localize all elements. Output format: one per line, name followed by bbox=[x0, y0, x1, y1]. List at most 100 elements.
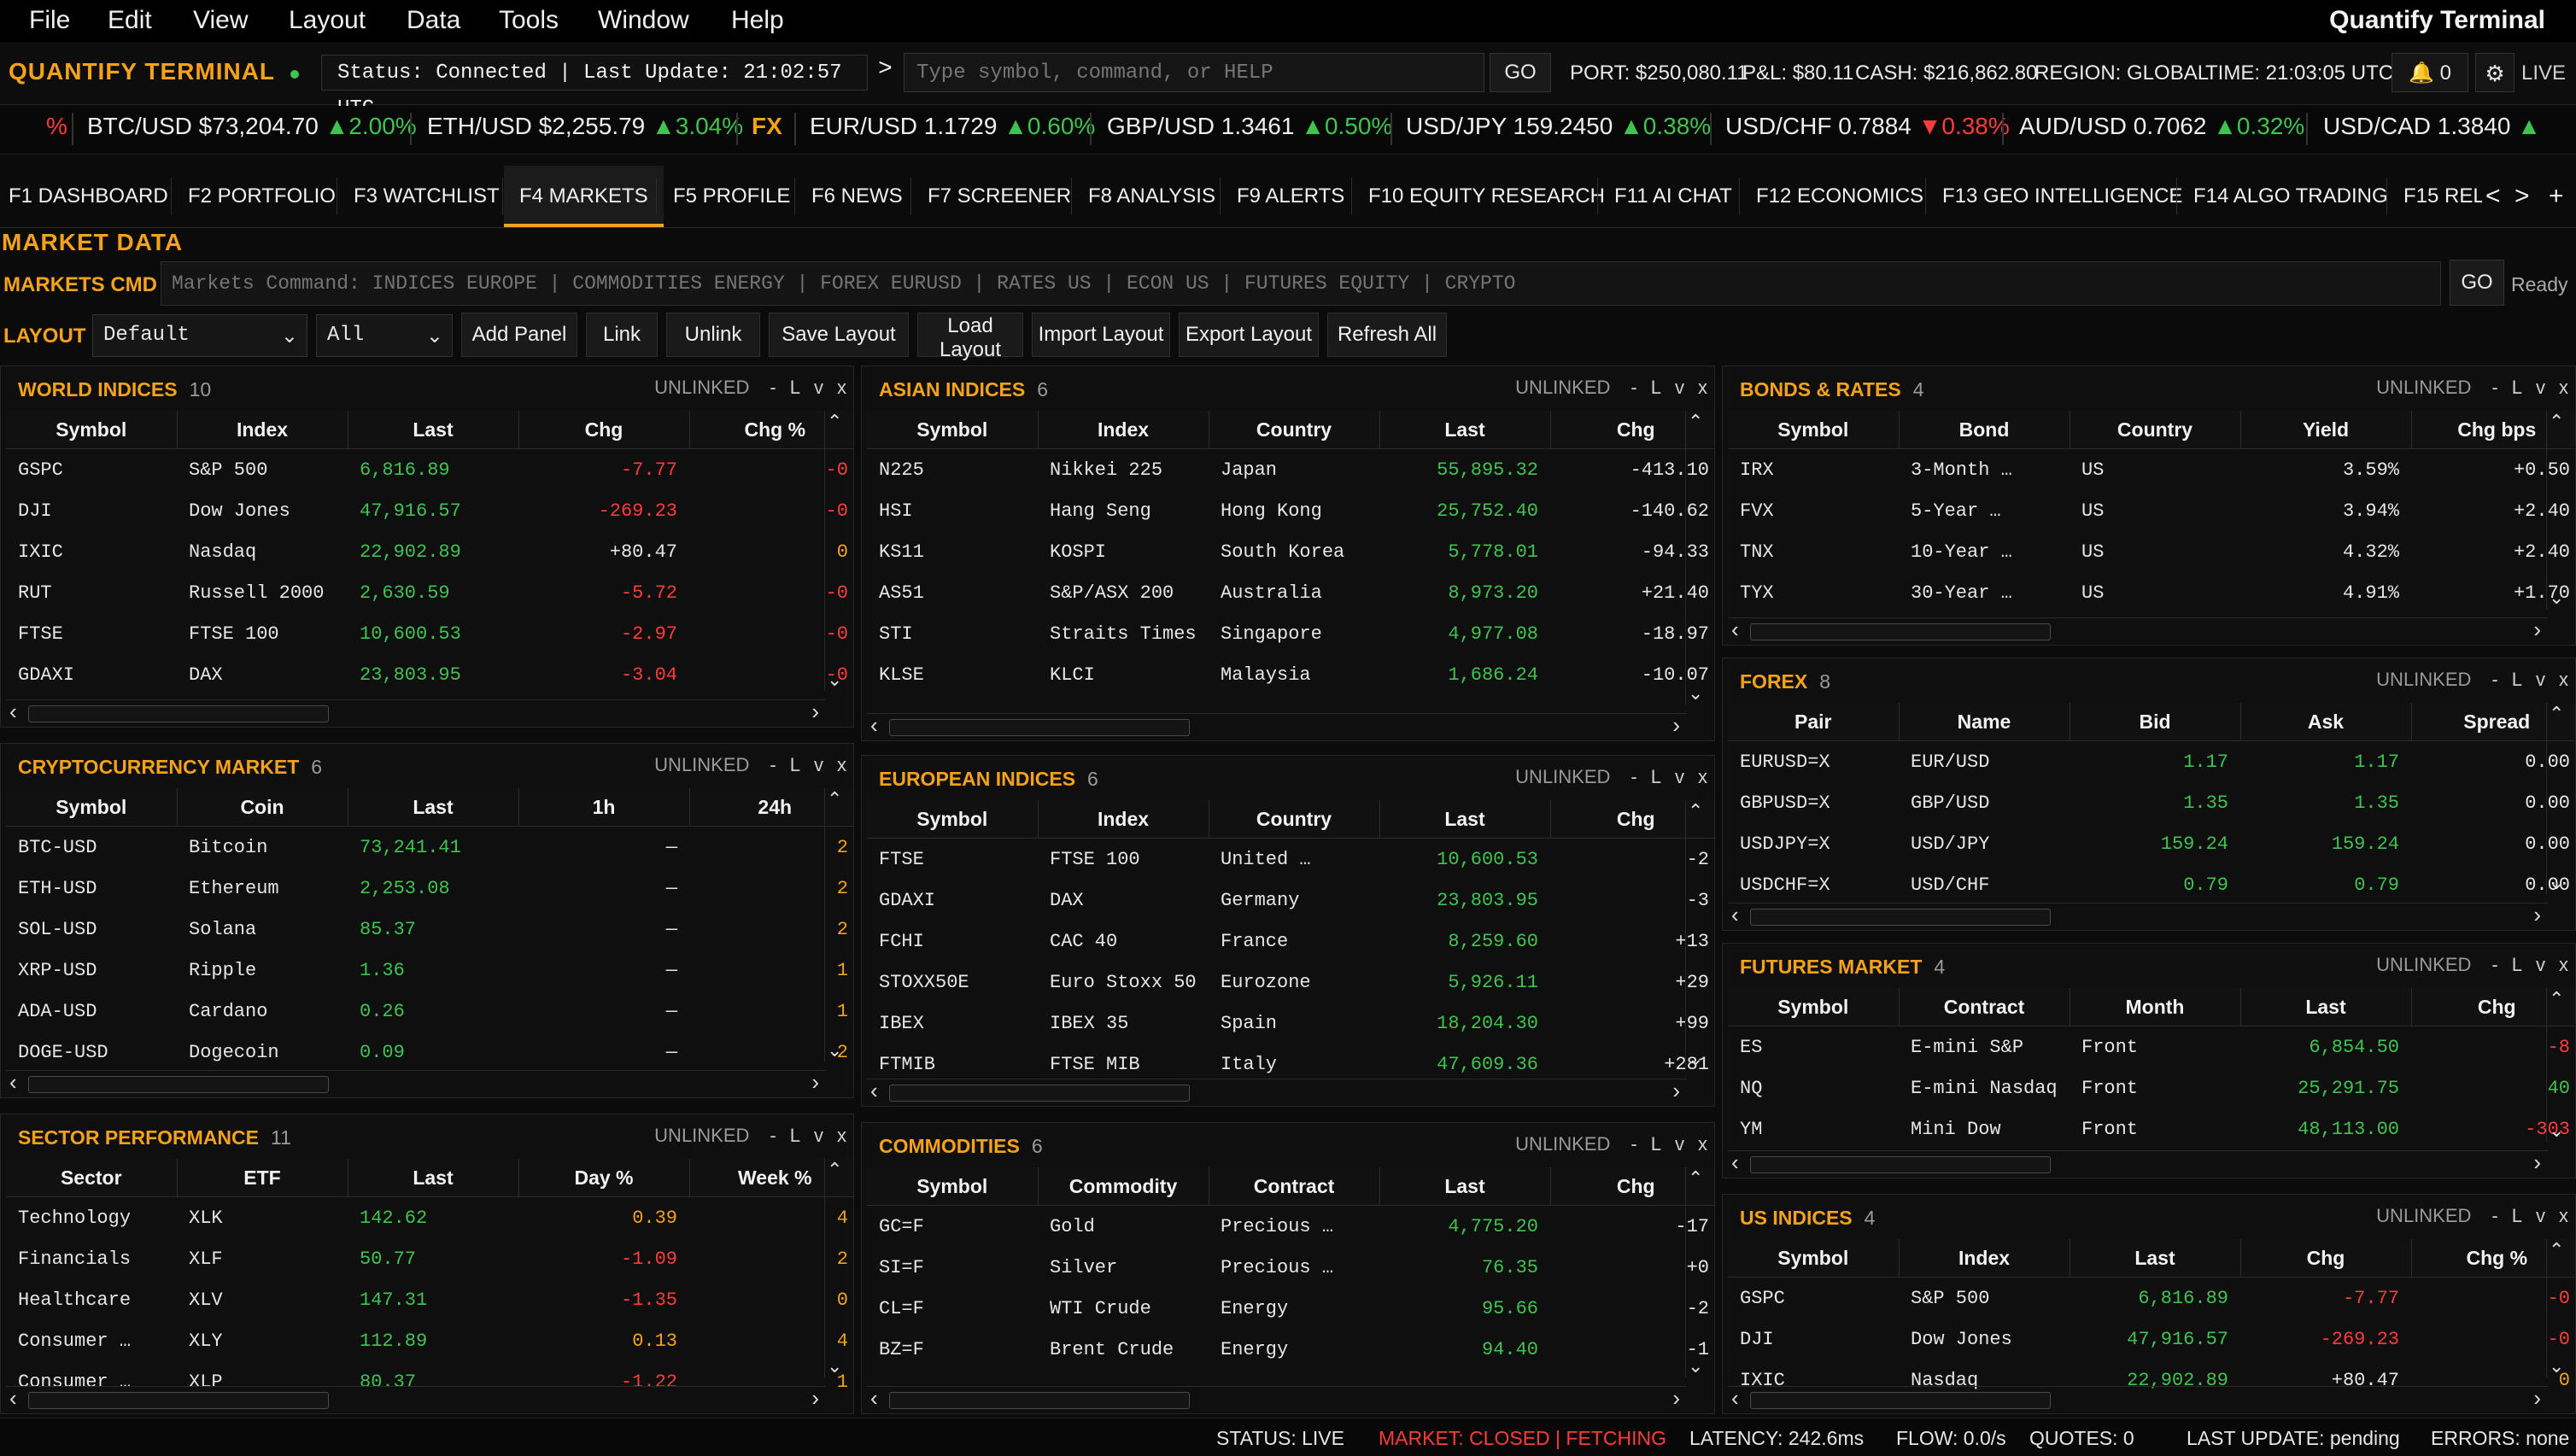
scroll-up-icon[interactable]: ⌃ bbox=[2549, 703, 2564, 725]
scroll-left-icon[interactable]: ‹ bbox=[870, 1385, 878, 1412]
column-header[interactable]: Yield bbox=[2239, 411, 2411, 449]
alerts-button[interactable]: 🔔 0 bbox=[2392, 53, 2468, 92]
link-status-button[interactable]: UNLINKED bbox=[654, 754, 749, 776]
scroll-thumb[interactable] bbox=[889, 719, 1190, 736]
horizontal-scrollbar[interactable]: ‹ › bbox=[867, 1385, 1687, 1412]
scroll-right-icon[interactable]: › bbox=[811, 1069, 819, 1096]
tab-algo-trading[interactable]: F14 ALGO TRADING bbox=[2193, 166, 2388, 227]
scroll-left-icon[interactable]: ‹ bbox=[9, 699, 17, 725]
markets-command-input[interactable] bbox=[161, 261, 2441, 306]
close-button[interactable]: x bbox=[1698, 766, 1707, 788]
scroll-thumb[interactable] bbox=[1750, 1392, 2051, 1409]
tab-markets[interactable]: F4 MARKETS bbox=[504, 166, 664, 227]
column-header[interactable]: Last bbox=[2069, 1239, 2240, 1278]
lock-button[interactable]: L bbox=[1651, 1133, 1661, 1155]
refresh-all-button[interactable]: Refresh All bbox=[1327, 313, 1447, 357]
ticker-item[interactable]: ETH/USD $2,255.79 ▲3.04% bbox=[427, 113, 743, 140]
collapse-button[interactable]: v bbox=[2536, 954, 2545, 976]
load-layout-button[interactable]: Load Layout bbox=[917, 313, 1023, 361]
table-row[interactable]: Healthcare XLV 147.31 -1.35 0 bbox=[6, 1279, 853, 1320]
tab-portfolio[interactable]: F2 PORTFOLIO bbox=[188, 166, 336, 227]
tab-screener[interactable]: F7 SCREENER bbox=[928, 166, 1071, 227]
vertical-scrollbar[interactable]: ⌃ ⌄ bbox=[824, 411, 847, 691]
table-row[interactable]: Consumer … XLY 112.89 0.13 4 bbox=[6, 1320, 853, 1361]
column-header[interactable]: Country bbox=[1208, 800, 1379, 839]
scroll-right-icon[interactable]: › bbox=[2533, 1385, 2541, 1412]
unlink-button[interactable]: Unlink bbox=[666, 313, 760, 357]
tab-geo-intelligence[interactable]: F13 GEO INTELLIGENCE bbox=[1942, 166, 2182, 227]
collapse-button[interactable]: v bbox=[1675, 766, 1684, 788]
scroll-thumb[interactable] bbox=[28, 1076, 329, 1093]
scroll-down-icon[interactable]: ⌄ bbox=[827, 1355, 842, 1377]
minimize-button[interactable]: - bbox=[2491, 954, 2497, 976]
tab-watchlist[interactable]: F3 WATCHLIST bbox=[354, 166, 500, 227]
table-row[interactable]: STOXX50E Euro Stoxx 50 Eurozone 5,926.11 +29 bbox=[867, 962, 1714, 1003]
scroll-up-icon[interactable]: ⌃ bbox=[2549, 988, 2564, 1010]
column-header[interactable]: Symbol bbox=[867, 800, 1038, 839]
ticker-item[interactable]: AUD/USD 0.7062 ▲0.32% bbox=[2019, 113, 2304, 140]
column-header[interactable]: Last bbox=[347, 1159, 518, 1197]
table-row[interactable]: SI=F Silver Precious … 76.35 +0 bbox=[867, 1247, 1714, 1288]
scroll-thumb[interactable] bbox=[28, 705, 329, 722]
table-row[interactable]: DJI Dow Jones 47,916.57 -269.23 -0 bbox=[1728, 1319, 2575, 1360]
minimize-button[interactable]: - bbox=[770, 1125, 776, 1147]
table-row[interactable]: ADA-USD Cardano 0.26—1 bbox=[6, 991, 853, 1032]
menu-edit[interactable]: Edit bbox=[108, 0, 152, 43]
horizontal-scrollbar[interactable]: ‹ › bbox=[867, 712, 1687, 740]
scroll-up-icon[interactable]: ⌃ bbox=[827, 788, 842, 810]
column-header[interactable]: Index bbox=[1037, 411, 1209, 449]
vertical-scrollbar[interactable]: ⌃ ⌄ bbox=[2546, 411, 2569, 609]
link-status-button[interactable]: UNLINKED bbox=[1515, 766, 1610, 788]
minimize-button[interactable]: - bbox=[2491, 669, 2497, 691]
table-row[interactable]: GBPUSD=X GBP/USD 1.35 1.35 0.00 bbox=[1728, 782, 2575, 823]
horizontal-scrollbar[interactable]: ‹ › bbox=[1728, 1149, 2548, 1177]
table-row[interactable]: ETH-USD Ethereum 2,253.08—2 bbox=[6, 868, 853, 909]
vertical-scrollbar[interactable]: ⌃ ⌄ bbox=[1685, 411, 1708, 705]
scroll-right-icon[interactable]: › bbox=[1672, 1385, 1680, 1412]
tab-economics[interactable]: F12 ECONOMICS bbox=[1756, 166, 1923, 227]
close-button[interactable]: x bbox=[837, 1125, 846, 1147]
minimize-button[interactable]: - bbox=[2491, 377, 2497, 399]
tab-equity-research[interactable]: F10 EQUITY RESEARCH bbox=[1368, 166, 1605, 227]
column-header[interactable]: Bond bbox=[1898, 411, 2070, 449]
scroll-down-icon[interactable]: ⌄ bbox=[2549, 872, 2564, 894]
table-row[interactable]: KS11 KOSPI South Korea 5,778.01 -94.33 bbox=[867, 531, 1714, 572]
scroll-right-icon[interactable]: › bbox=[2533, 617, 2541, 643]
table-row[interactable]: AS51 S&P/ASX 200 Australia 8,973.20 +21.40 bbox=[867, 572, 1714, 613]
table-row[interactable]: BTC-USD Bitcoin 73,241.41—2 bbox=[6, 827, 853, 868]
table-row[interactable]: DJI Dow Jones 47,916.57 -269.23 -0 bbox=[6, 490, 853, 531]
column-header[interactable]: ETF bbox=[176, 1159, 348, 1197]
table-row[interactable]: IXIC Nasdaq 22,902.89 +80.47 0 bbox=[6, 531, 853, 572]
scroll-down-icon[interactable]: ⌄ bbox=[1688, 1048, 1703, 1070]
collapse-button[interactable]: v bbox=[1675, 377, 1684, 399]
column-header[interactable]: Symbol bbox=[6, 788, 177, 827]
scroll-up-icon[interactable]: ⌃ bbox=[1688, 411, 1703, 433]
close-button[interactable]: x bbox=[2559, 954, 2568, 976]
link-status-button[interactable]: UNLINKED bbox=[2376, 669, 2471, 691]
tab-rel[interactable]: F15 REL... bbox=[2403, 166, 2482, 227]
lock-button[interactable]: L bbox=[1651, 377, 1661, 399]
column-header[interactable]: Bid bbox=[2069, 703, 2240, 741]
scroll-thumb[interactable] bbox=[1750, 623, 2051, 640]
scroll-down-icon[interactable]: ⌄ bbox=[827, 1039, 842, 1061]
scroll-up-icon[interactable]: ⌃ bbox=[827, 1159, 842, 1181]
collapse-button[interactable]: v bbox=[814, 754, 823, 776]
scroll-left-icon[interactable]: ‹ bbox=[870, 1078, 878, 1104]
table-row[interactable]: ES E-mini S&P Front 6,854.50 -8 bbox=[1728, 1026, 2575, 1068]
command-go-button[interactable]: GO bbox=[1490, 53, 1551, 92]
horizontal-scrollbar[interactable]: ‹ › bbox=[1728, 902, 2548, 929]
table-row[interactable]: NQ E-mini Nasdaq Front 25,291.75 40 bbox=[1728, 1067, 2575, 1108]
table-row[interactable]: N225 Nikkei 225 Japan 55,895.32 -413.10 bbox=[867, 449, 1714, 491]
table-row[interactable]: GDAXI DAX 23,803.95 -3.04 -0 bbox=[6, 654, 853, 695]
table-row[interactable]: CL=F WTI Crude Energy 95.66 -2 bbox=[867, 1288, 1714, 1329]
column-header[interactable]: Country bbox=[2069, 411, 2240, 449]
vertical-scrollbar[interactable]: ⌃ ⌄ bbox=[1685, 1167, 1708, 1377]
column-header[interactable]: Chg bbox=[518, 411, 689, 449]
table-row[interactable]: KLSE KLCI Malaysia 1,686.24 -10.07 bbox=[867, 654, 1714, 695]
tabs-next-button[interactable]: > bbox=[2515, 166, 2530, 227]
link-button[interactable]: Link bbox=[586, 313, 658, 357]
table-row[interactable]: IRX 3-Month … US 3.59% +0.50 bbox=[1728, 449, 2575, 491]
scroll-up-icon[interactable]: ⌃ bbox=[1688, 800, 1703, 822]
scroll-thumb[interactable] bbox=[1750, 909, 2051, 926]
column-header[interactable]: Ask bbox=[2239, 703, 2411, 741]
